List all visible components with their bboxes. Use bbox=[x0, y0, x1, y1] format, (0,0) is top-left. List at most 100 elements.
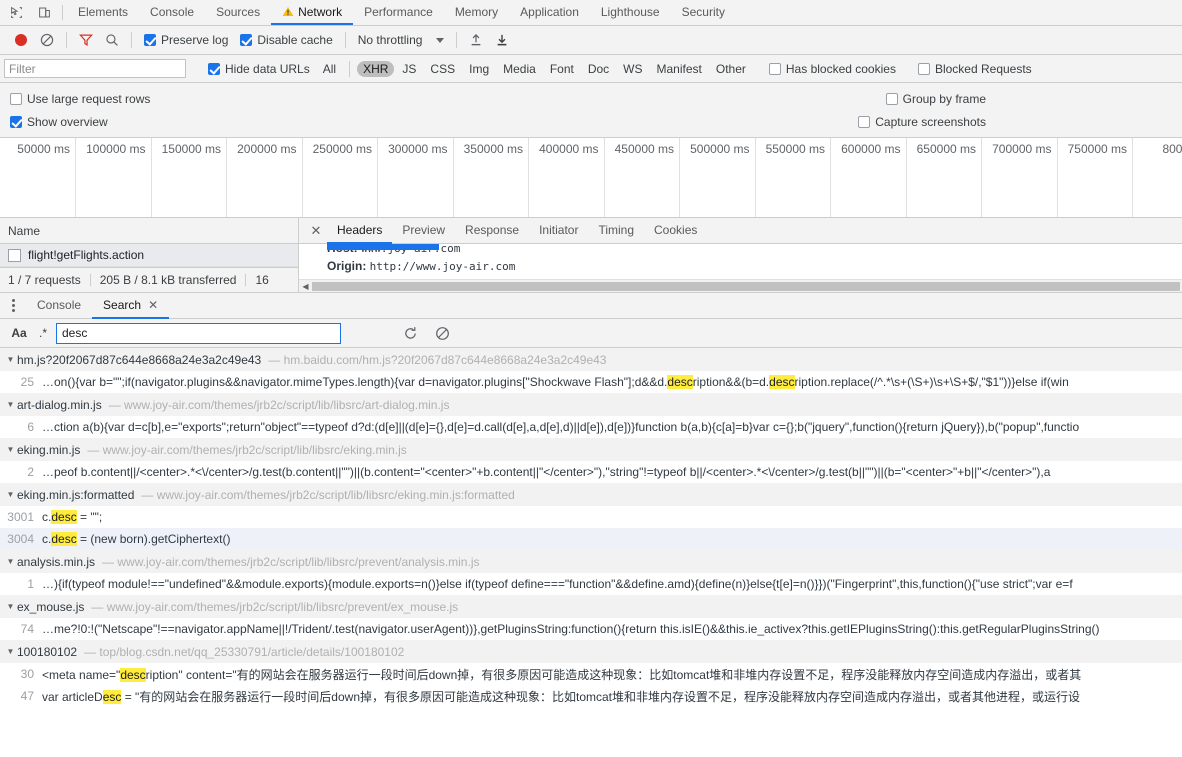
result-group-header[interactable]: ▼ 100180102 — top/blog.csdn.net/qq_25330… bbox=[0, 640, 1182, 663]
request-list-header[interactable]: Name bbox=[0, 218, 298, 244]
table-row[interactable]: flight!getFlights.action bbox=[0, 244, 298, 267]
tab-initiator[interactable]: Initiator bbox=[529, 218, 588, 244]
filter-type-js[interactable]: JS bbox=[396, 61, 422, 77]
network-options: Use large request rows Group by frame Sh… bbox=[0, 83, 1182, 138]
tab-security[interactable]: Security bbox=[671, 0, 736, 25]
close-icon[interactable]: ✕ bbox=[148, 298, 158, 312]
refresh-search-button[interactable] bbox=[397, 320, 423, 346]
tab-cookies[interactable]: Cookies bbox=[644, 218, 707, 244]
option-row-1: Use large request rows Group by frame bbox=[4, 87, 1182, 110]
regex-button[interactable]: .* bbox=[30, 326, 56, 340]
use-large-request-rows-checkbox[interactable]: Use large request rows bbox=[10, 92, 150, 106]
result-line[interactable]: 2 …peof b.content||/<center>.*<\/center>… bbox=[0, 461, 1182, 483]
group-by-frame-label: Group by frame bbox=[902, 91, 986, 106]
timeline-tick-label: 400000 ms bbox=[539, 142, 599, 156]
inspect-element-icon[interactable] bbox=[2, 0, 30, 25]
result-line[interactable]: 3001 c.desc = ""; bbox=[0, 506, 1182, 528]
preserve-log-checkbox[interactable]: Preserve log bbox=[144, 33, 228, 47]
filter-type-xhr[interactable]: XHR bbox=[357, 60, 395, 77]
checkbox-box bbox=[208, 62, 220, 75]
chevron-down-icon[interactable]: ▼ bbox=[4, 602, 17, 611]
summary-transferred: 205 B / 8.1 kB transferred bbox=[99, 273, 237, 287]
result-line[interactable]: 6 …ction a(b){var d=c[b],e="exports";ret… bbox=[0, 416, 1182, 438]
filter-type-media[interactable]: Media bbox=[497, 61, 542, 77]
drawer-tab-label: Search bbox=[103, 297, 142, 312]
close-detail-button[interactable]: ✕ bbox=[305, 223, 327, 239]
drawer-tab-console[interactable]: Console bbox=[26, 293, 92, 319]
result-line[interactable]: 30 <meta name="description" content="有的网… bbox=[0, 663, 1182, 685]
tab-lighthouse[interactable]: Lighthouse bbox=[590, 0, 671, 25]
filter-toggle-button[interactable] bbox=[73, 27, 99, 53]
tab-elements[interactable]: Elements bbox=[67, 0, 139, 25]
tab-timing[interactable]: Timing bbox=[588, 218, 644, 244]
blocked-requests-checkbox[interactable]: Blocked Requests bbox=[917, 62, 1032, 76]
chevron-down-icon[interactable]: ▼ bbox=[4, 490, 17, 499]
result-group-header[interactable]: ▼ eking.min.js — www.joy-air.com/themes/… bbox=[0, 438, 1182, 461]
drawer-tab-search[interactable]: Search ✕ bbox=[92, 293, 170, 319]
filter-type-doc[interactable]: Doc bbox=[582, 61, 615, 77]
result-group: ▼ eking.min.js — www.joy-air.com/themes/… bbox=[0, 438, 1182, 483]
record-button[interactable] bbox=[8, 27, 34, 53]
result-group-header[interactable]: ▼ eking.min.js:formatted — www.joy-air.c… bbox=[0, 483, 1182, 506]
tab-sources[interactable]: Sources bbox=[205, 0, 271, 25]
search-toggle-button[interactable] bbox=[99, 27, 125, 53]
timeline-tick: 700000 ms bbox=[982, 138, 1058, 217]
result-group-header[interactable]: ▼ hm.js?20f2067d87c644e8668a24e3a2c49e43… bbox=[0, 348, 1182, 371]
search-results-list[interactable]: ▼ hm.js?20f2067d87c644e8668a24e3a2c49e43… bbox=[0, 348, 1182, 757]
filter-type-font[interactable]: Font bbox=[544, 61, 580, 77]
chevron-down-icon[interactable]: ▼ bbox=[4, 445, 17, 454]
search-input[interactable] bbox=[56, 322, 341, 344]
disable-cache-checkbox[interactable]: Disable cache bbox=[240, 33, 333, 47]
result-line[interactable]: 74 …me?!0:!("Netscape"!==navigator.appNa… bbox=[0, 618, 1182, 640]
tab-preview[interactable]: Preview bbox=[392, 218, 455, 244]
tab-console[interactable]: Console bbox=[139, 0, 205, 25]
has-blocked-cookies-checkbox[interactable]: Has blocked cookies bbox=[768, 62, 896, 76]
result-line[interactable]: 3004 c.desc = (new born).getCiphertext() bbox=[0, 528, 1182, 550]
tab-headers[interactable]: Headers bbox=[327, 218, 393, 244]
horizontal-scrollbar[interactable]: ◀ bbox=[299, 279, 1182, 292]
group-by-frame-checkbox[interactable]: Group by frame bbox=[885, 91, 986, 106]
filter-type-other[interactable]: Other bbox=[710, 61, 752, 77]
show-overview-checkbox[interactable]: Show overview bbox=[10, 115, 108, 129]
chevron-down-icon[interactable]: ▼ bbox=[4, 355, 17, 364]
chevron-down-icon[interactable]: ▼ bbox=[4, 647, 17, 656]
throttling-dropdown[interactable]: No throttling bbox=[352, 33, 451, 47]
tab-memory[interactable]: Memory bbox=[444, 0, 509, 25]
tab-network[interactable]: Network bbox=[271, 0, 354, 25]
hide-data-urls-checkbox[interactable]: Hide data URLs bbox=[208, 62, 310, 76]
result-file-url: — www.joy-air.com/themes/jrb2c/script/li… bbox=[87, 442, 407, 457]
result-line[interactable]: 1 …){if(typeof module!=="undefined"&&mod… bbox=[0, 573, 1182, 595]
import-har-button[interactable] bbox=[463, 27, 489, 53]
match-case-button[interactable]: Aa bbox=[8, 326, 30, 340]
timeline-tick-label: 150000 ms bbox=[161, 142, 221, 156]
more-options-icon[interactable] bbox=[0, 299, 26, 312]
filter-type-css[interactable]: CSS bbox=[424, 61, 461, 77]
clear-button[interactable] bbox=[34, 27, 60, 53]
filter-type-manifest[interactable]: Manifest bbox=[651, 61, 708, 77]
chevron-down-icon[interactable]: ▼ bbox=[4, 557, 17, 566]
result-group-header[interactable]: ▼ ex_mouse.js — www.joy-air.com/themes/j… bbox=[0, 595, 1182, 618]
network-overview-timeline[interactable]: 50000 ms 100000 ms 150000 ms 200000 ms 2… bbox=[0, 138, 1182, 218]
capture-screenshots-checkbox[interactable]: Capture screenshots bbox=[858, 115, 986, 129]
timeline-tick: 250000 ms bbox=[303, 138, 378, 217]
tab-application[interactable]: Application bbox=[509, 0, 590, 25]
clear-search-button[interactable] bbox=[429, 320, 455, 346]
scroll-left-arrow[interactable]: ◀ bbox=[299, 282, 312, 291]
filter-type-all[interactable]: All bbox=[317, 61, 342, 77]
result-line[interactable]: 47 var articleDesc = "有的网站会在服务器运行一段时间后do… bbox=[0, 685, 1182, 707]
code-text: = ""; bbox=[76, 510, 103, 524]
device-toolbar-icon[interactable] bbox=[30, 0, 58, 25]
tab-response[interactable]: Response bbox=[455, 218, 529, 244]
timeline-tick: 550000 ms bbox=[756, 138, 831, 217]
chevron-down-icon[interactable]: ▼ bbox=[4, 400, 17, 409]
filter-input[interactable] bbox=[4, 59, 186, 78]
result-line[interactable]: 25 …on(){var b="";if(navigator.plugins&&… bbox=[0, 371, 1182, 393]
export-har-button[interactable] bbox=[489, 27, 515, 53]
tab-performance[interactable]: Performance bbox=[353, 0, 444, 25]
filter-type-ws[interactable]: WS bbox=[617, 61, 648, 77]
line-number: 74 bbox=[20, 622, 34, 636]
result-group-header[interactable]: ▼ analysis.min.js — www.joy-air.com/them… bbox=[0, 550, 1182, 573]
filter-type-img[interactable]: Img bbox=[463, 61, 495, 77]
scrollbar-thumb[interactable] bbox=[312, 281, 1180, 291]
result-group-header[interactable]: ▼ art-dialog.min.js — www.joy-air.com/th… bbox=[0, 393, 1182, 416]
